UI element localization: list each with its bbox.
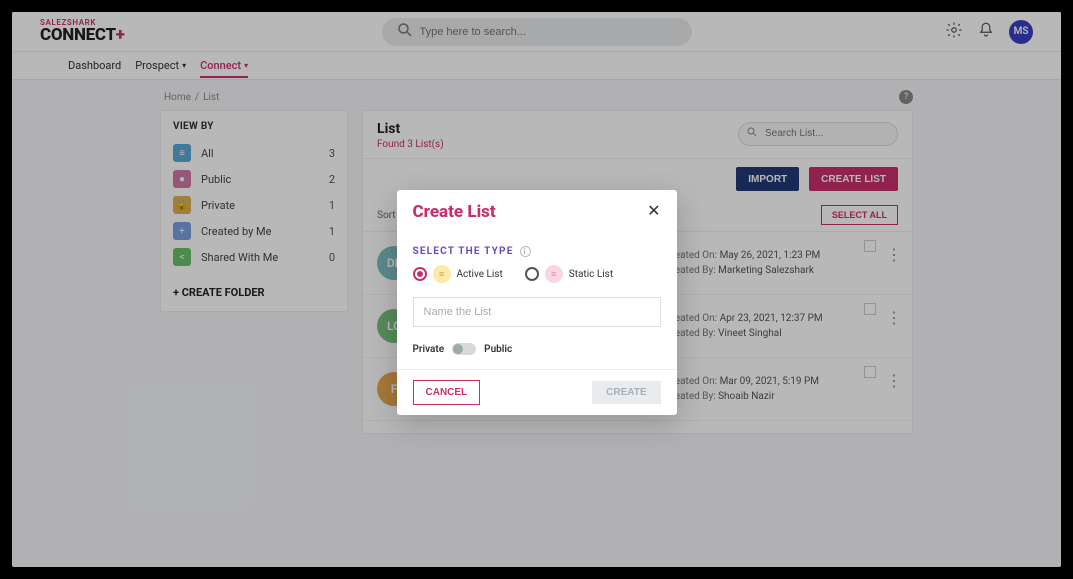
modal-title: Create List bbox=[413, 202, 496, 222]
info-icon[interactable]: i bbox=[520, 246, 531, 257]
list-name-input[interactable] bbox=[413, 297, 661, 327]
create-list-modal: Create List ✕ SELECT THE TYPE i ≡ Active… bbox=[397, 190, 677, 415]
type-static-list[interactable]: ≡ Static List bbox=[525, 265, 613, 283]
private-label: Private bbox=[413, 344, 445, 355]
cancel-button[interactable]: CANCEL bbox=[413, 380, 481, 405]
close-icon[interactable]: ✕ bbox=[647, 204, 660, 220]
public-label: Public bbox=[484, 344, 512, 355]
static-list-icon: ≡ bbox=[545, 265, 563, 283]
privacy-toggle[interactable] bbox=[452, 343, 476, 355]
radio-selected-icon bbox=[413, 267, 427, 281]
type-active-list[interactable]: ≡ Active List bbox=[413, 265, 503, 283]
radio-icon bbox=[525, 267, 539, 281]
select-type-label: SELECT THE TYPE i bbox=[413, 246, 661, 257]
active-list-icon: ≡ bbox=[433, 265, 451, 283]
create-button[interactable]: CREATE bbox=[592, 381, 660, 404]
